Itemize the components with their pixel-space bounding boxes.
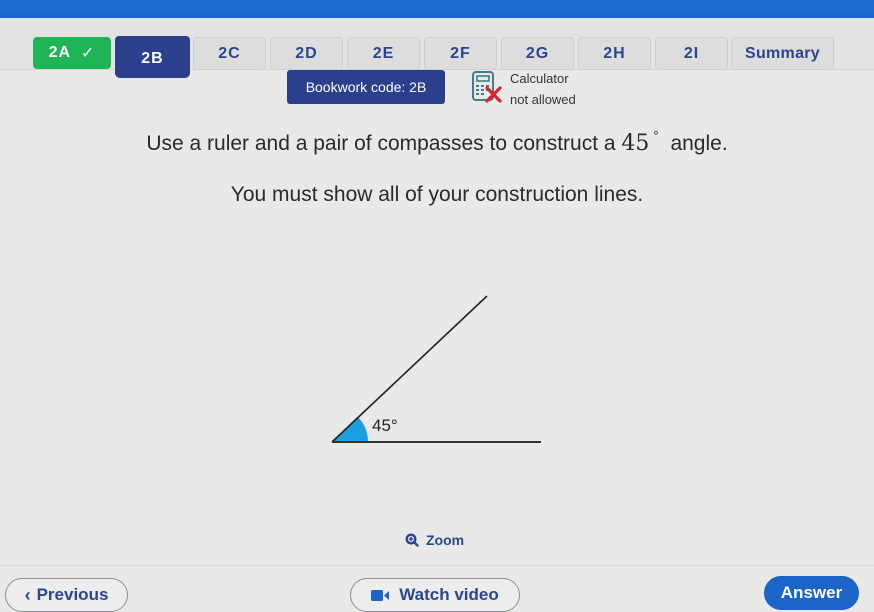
footer-divider bbox=[0, 565, 874, 566]
angle-diagram: 45° bbox=[331, 295, 541, 443]
tab-2b[interactable]: 2B bbox=[115, 36, 190, 78]
question-instruction: Use a ruler and a pair of compasses to c… bbox=[0, 128, 874, 156]
magnifier-icon bbox=[405, 533, 419, 547]
tab-label: 2D bbox=[295, 44, 318, 62]
question-tab-strip: 2A ✓ 2B 2C 2D 2E 2F 2G 2H 2I Summary bbox=[0, 18, 874, 78]
zoom-button[interactable]: Zoom bbox=[405, 530, 464, 550]
calculator-status-label: not allowed bbox=[510, 92, 576, 107]
answer-label: Answer bbox=[780, 583, 843, 602]
tab-2a[interactable]: 2A ✓ bbox=[33, 37, 111, 69]
question-note: You must show all of your construction l… bbox=[230, 183, 644, 206]
tab-label: 2A bbox=[48, 44, 72, 61]
tab-label: 2C bbox=[218, 44, 241, 62]
watch-video-label: Watch video bbox=[399, 585, 499, 604]
tab-label: Summary bbox=[744, 44, 821, 62]
tab-label: 2G bbox=[525, 44, 550, 62]
tab-label: 2E bbox=[372, 44, 395, 62]
calculator-not-allowed-icon bbox=[472, 71, 502, 103]
bookwork-code-badge: Bookwork code: 2B bbox=[287, 70, 445, 104]
calculator-status: Calculator not allowed bbox=[510, 68, 576, 110]
tab-2h[interactable]: 2H bbox=[578, 37, 651, 70]
previous-label: Previous bbox=[36, 585, 109, 604]
tab-label: 2I bbox=[683, 44, 700, 62]
instruction-text-after: angle. bbox=[670, 132, 728, 155]
angle-sector bbox=[332, 416, 369, 442]
degree-symbol: ° bbox=[653, 128, 659, 143]
tab-2c[interactable]: 2C bbox=[193, 37, 266, 70]
answer-button[interactable]: Answer bbox=[764, 576, 859, 610]
tab-label: 2H bbox=[603, 44, 626, 62]
angle-label: 45° bbox=[372, 416, 398, 435]
top-bar bbox=[0, 0, 874, 20]
tab-label: 2B bbox=[141, 50, 164, 67]
angle-value: 45 bbox=[621, 131, 650, 156]
tab-2i[interactable]: 2I bbox=[655, 37, 728, 70]
check-icon: ✓ bbox=[81, 45, 96, 62]
angle-ray-slanted bbox=[331, 295, 488, 443]
instruction-text-before: Use a ruler and a pair of compasses to c… bbox=[146, 132, 616, 155]
tab-2f[interactable]: 2F bbox=[424, 37, 497, 70]
calculator-label: Calculator bbox=[510, 71, 569, 86]
chevron-left-icon: ‹ bbox=[24, 584, 31, 605]
video-camera-icon bbox=[371, 589, 390, 601]
tab-2g[interactable]: 2G bbox=[501, 37, 574, 70]
tab-2d[interactable]: 2D bbox=[270, 37, 343, 70]
tab-2e[interactable]: 2E bbox=[347, 37, 420, 70]
zoom-label: Zoom bbox=[426, 532, 465, 548]
tab-label: 2F bbox=[450, 44, 471, 62]
tab-summary[interactable]: Summary bbox=[731, 37, 834, 70]
